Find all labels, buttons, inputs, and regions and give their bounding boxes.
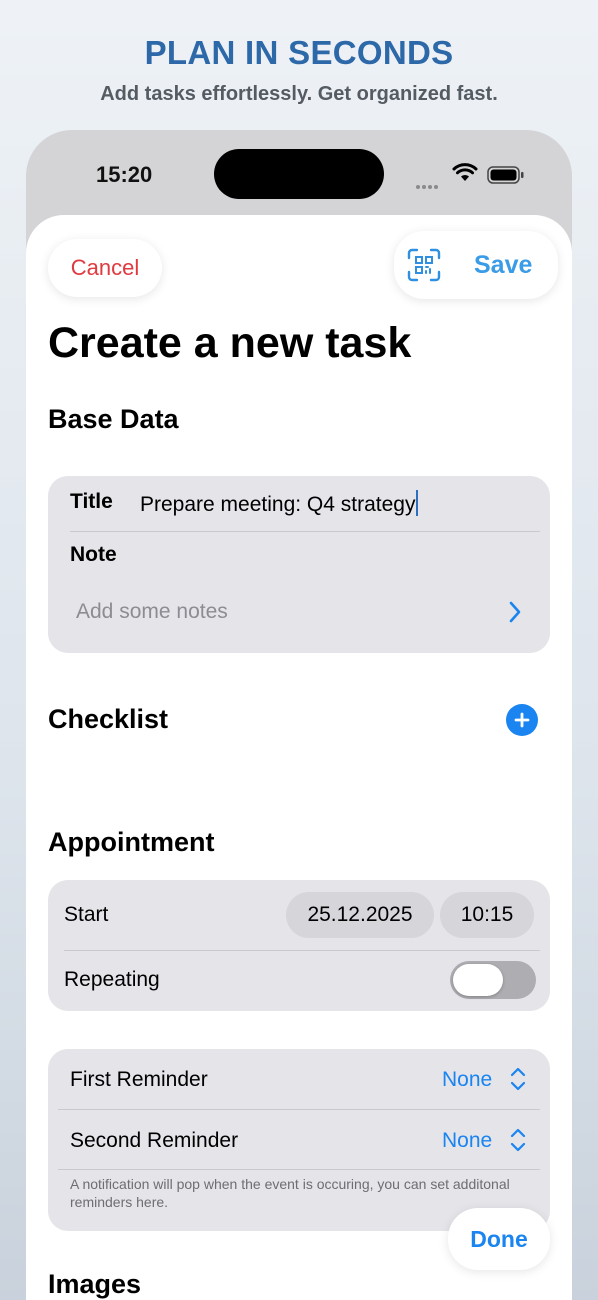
- plus-icon: [514, 712, 530, 728]
- wifi-icon: [452, 163, 478, 181]
- up-down-chevron-icon[interactable]: [510, 1066, 526, 1092]
- title-input-value: Prepare meeting: Q4 strategy: [140, 493, 416, 516]
- repeating-toggle[interactable]: [450, 961, 536, 999]
- second-reminder-picker[interactable]: None: [442, 1129, 492, 1153]
- promo-subline: Add tasks effortlessly. Get organized fa…: [100, 83, 498, 105]
- repeating-label: Repeating: [64, 968, 160, 991]
- base-data-heading: Base Data: [48, 404, 179, 434]
- appointment-card: Start 25.12.2025 10:15 Repeating: [48, 880, 550, 1011]
- divider: [58, 1109, 540, 1110]
- qr-scan-icon[interactable]: [402, 243, 446, 287]
- reminder-footnote: A notification will pop when the event i…: [70, 1176, 510, 1210]
- divider: [64, 950, 540, 951]
- dynamic-island: [214, 149, 384, 199]
- promo-headline: PLAN IN SECONDS: [144, 34, 454, 71]
- text-cursor: [416, 490, 419, 516]
- title-label: Title: [70, 490, 113, 513]
- appointment-heading: Appointment: [48, 827, 215, 857]
- note-field[interactable]: Add some notes: [76, 600, 228, 624]
- start-time-picker[interactable]: 10:15: [440, 892, 534, 938]
- header-actions: Save: [394, 231, 558, 299]
- checklist-heading: Checklist: [48, 704, 169, 734]
- toggle-knob: [453, 964, 503, 996]
- page-title: Create a new task: [48, 319, 412, 367]
- title-input[interactable]: Prepare meeting: Q4 strategy: [140, 490, 419, 517]
- start-date-picker[interactable]: 25.12.2025: [286, 892, 434, 938]
- divider: [70, 531, 540, 532]
- status-time: 15:20: [96, 162, 153, 187]
- new-task-sheet: Cancel Save Create a new task Base Data …: [26, 215, 572, 1300]
- divider: [58, 1169, 540, 1170]
- first-reminder-label: First Reminder: [70, 1068, 208, 1091]
- chevron-right-icon[interactable]: [508, 600, 522, 624]
- done-button[interactable]: Done: [448, 1208, 550, 1270]
- start-label: Start: [64, 903, 109, 926]
- battery-icon: [487, 166, 524, 184]
- cellular-signal-icon: [416, 176, 444, 189]
- note-label: Note: [70, 543, 117, 566]
- base-data-card: Title Prepare meeting: Q4 strategy Note …: [48, 476, 550, 653]
- save-button[interactable]: Save: [474, 251, 532, 280]
- phone-frame: 15:20 Cancel Save Create a new task Base…: [26, 130, 572, 1300]
- add-checklist-item-button[interactable]: [506, 704, 538, 736]
- up-down-chevron-icon[interactable]: [510, 1127, 526, 1153]
- first-reminder-picker[interactable]: None: [442, 1068, 492, 1092]
- cancel-button[interactable]: Cancel: [48, 239, 162, 297]
- images-heading: Images: [48, 1269, 142, 1299]
- reminders-card: First Reminder None Second Reminder None…: [48, 1049, 550, 1231]
- second-reminder-label: Second Reminder: [70, 1129, 239, 1152]
